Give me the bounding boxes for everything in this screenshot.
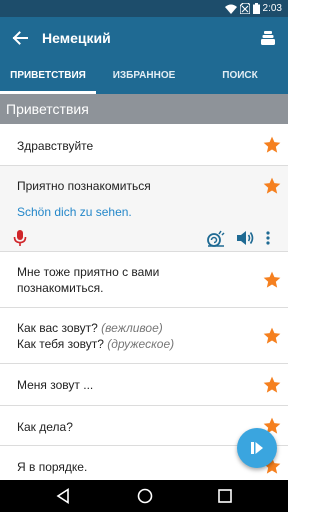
phrase-friendly-note: (дружеское): [107, 337, 175, 351]
stack-icon: [261, 31, 275, 45]
list-item[interactable]: Как вас зовут? (вежливое) Как тебя зовут…: [0, 308, 288, 364]
phrase-text-line1: Мне тоже приятно с вами: [17, 265, 160, 279]
status-icons: 2:03: [224, 2, 282, 15]
section-header: Приветствия: [0, 94, 288, 124]
star-icon[interactable]: [262, 135, 282, 155]
status-time: 2:03: [262, 3, 282, 14]
star-icon[interactable]: [262, 270, 282, 290]
star-icon[interactable]: [262, 326, 282, 346]
phrase-text: Здравствуйте: [17, 139, 94, 153]
wifi-icon: [224, 4, 237, 14]
phrase-polite-note: (вежливое): [101, 321, 163, 335]
nav-home-icon[interactable]: [137, 488, 153, 504]
phrase-text: Приятно познакомиться: [17, 179, 151, 193]
tab-favorites[interactable]: ИЗБРАННОЕ: [96, 60, 192, 94]
phrase-friendly: Как тебя зовут?: [17, 337, 104, 351]
star-icon[interactable]: [262, 176, 282, 196]
phrase-text-line2: Как тебя зовут? (дружеское): [0, 336, 288, 352]
nav-recents-icon[interactable]: [218, 489, 232, 503]
more-vert-icon[interactable]: [265, 229, 271, 247]
phrase-text-line1: Как вас зовут? (вежливое): [0, 308, 288, 336]
phrase-text: Меня зовут ...: [17, 378, 94, 392]
slow-play-icon[interactable]: [206, 229, 226, 247]
back-button[interactable]: [8, 26, 32, 50]
phrase-polite: Как вас зовут?: [17, 321, 98, 335]
app-bar: Немецкий: [0, 17, 288, 60]
saved-items-button[interactable]: [256, 26, 280, 50]
battery-icon: [252, 3, 260, 14]
no-sim-icon: [239, 3, 250, 14]
tab-bar: ПРИВЕТСТВИЯ ИЗБРАННОЕ ПОИСК: [0, 60, 288, 94]
system-nav-bar: [0, 480, 288, 512]
tab-greetings[interactable]: ПРИВЕТСТВИЯ: [0, 60, 96, 94]
star-icon[interactable]: [262, 375, 282, 395]
speaker-icon[interactable]: [236, 229, 256, 247]
status-bar: 2:03: [0, 0, 288, 17]
page-title: Немецкий: [42, 30, 111, 46]
arrow-back-icon: [12, 31, 28, 45]
list-item[interactable]: Здравствуйте: [0, 124, 288, 166]
phrase-list: Здравствуйте Приятно познакомиться Schön…: [0, 124, 288, 480]
list-item[interactable]: Меня зовут ...: [0, 364, 288, 406]
phrase-text-line2: познакомиться.: [17, 281, 104, 295]
list-item-expanded[interactable]: Приятно познакомиться Schön dich zu sehe…: [0, 166, 288, 252]
phrase-actions: [0, 226, 288, 252]
mic-icon[interactable]: [13, 229, 27, 247]
nav-back-icon[interactable]: [56, 488, 70, 504]
play-icon: [251, 442, 263, 454]
translation-text: Schön dich zu sehen.: [17, 205, 132, 219]
list-item[interactable]: Мне тоже приятно с вами познакомиться.: [0, 252, 288, 308]
play-all-button[interactable]: [237, 428, 277, 468]
tab-search[interactable]: ПОИСК: [192, 60, 288, 94]
